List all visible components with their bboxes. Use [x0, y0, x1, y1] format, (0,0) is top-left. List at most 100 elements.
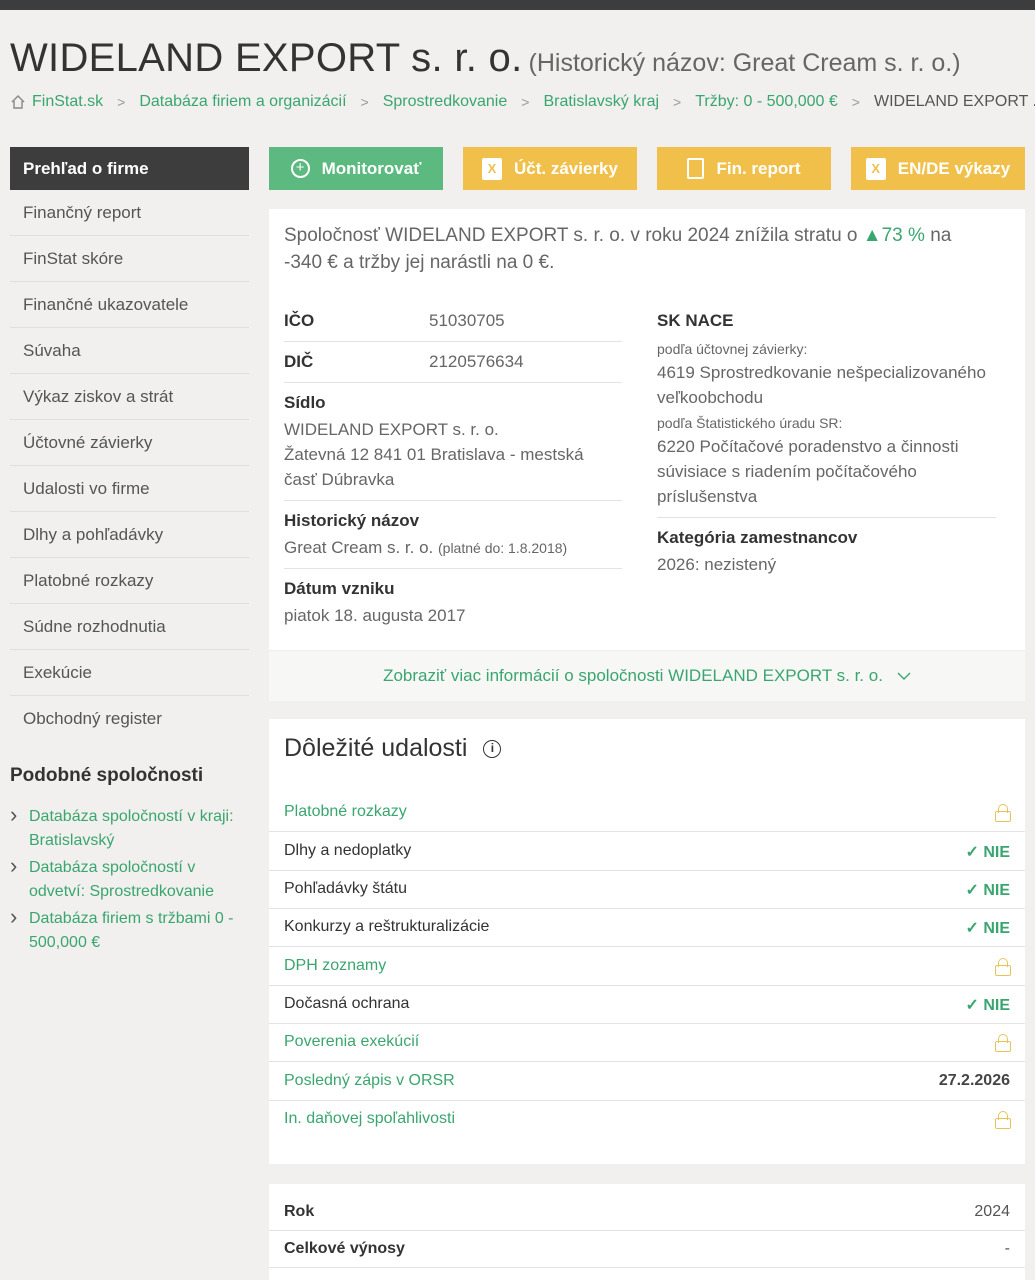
event-name[interactable]: Posledný zápis v ORSR	[284, 1072, 455, 1089]
employees-value: 2026: nezistený	[657, 555, 777, 574]
founded-value: piatok 18. augusta 2017	[284, 606, 466, 625]
event-name: Konkurzy a reštrukturalizácie	[284, 918, 490, 935]
fin-key: Rok	[284, 1203, 315, 1220]
nace-line: veľkoobchodu	[657, 388, 764, 407]
divider	[284, 341, 622, 342]
breadcrumb-item[interactable]: Databáza firiem a organizácií	[139, 93, 346, 111]
sidebar-item[interactable]: Platobné rozkazy	[10, 558, 249, 604]
event-row[interactable]: In. daňovej spoľahlivosti	[269, 1101, 1025, 1139]
ico-label: IČO	[284, 311, 315, 330]
lock-icon	[995, 1034, 1011, 1052]
sidebar-item[interactable]: Dlhy a pohľadávky	[10, 512, 249, 558]
sidebar-item-overview[interactable]: Prehľad o firme	[10, 147, 249, 190]
event-row[interactable]: DPH zoznamy	[269, 948, 1025, 986]
event-name[interactable]: DPH zoznamy	[284, 957, 386, 974]
chevron-right-icon: >	[851, 94, 860, 110]
events-title: Dôležité udalosti i	[284, 734, 502, 763]
nace-sub: podľa Štatistického úradu SR:	[657, 415, 843, 431]
monitor-button[interactable]: + Monitorovať	[269, 147, 443, 190]
sidebar-item[interactable]: Finančné ukazovatele	[10, 282, 249, 328]
breadcrumb-current: WIDELAND EXPORT ...	[873, 93, 1035, 110]
top-bar	[0, 0, 1035, 10]
event-row: Dlhy a nedoplatky ✓ NIE	[269, 833, 1025, 871]
ende-button[interactable]: X EN/DE výkazy	[851, 147, 1025, 190]
event-name: Dlhy a nedoplatky	[284, 842, 412, 859]
event-row: Dočasná ochrana ✓ NIE	[269, 986, 1025, 1024]
event-name: Dočasná ochrana	[284, 995, 410, 1012]
event-name[interactable]: In. daňovej spoľahlivosti	[284, 1110, 455, 1127]
chevron-down-icon	[897, 672, 911, 680]
event-value: 27.2.2026	[938, 1072, 1010, 1089]
similar-link[interactable]: Databáza spoločností v kraji: Bratislavs…	[10, 803, 250, 853]
dic-value: 2120576634	[429, 352, 524, 371]
divider	[284, 500, 622, 501]
excel-icon: X	[865, 157, 886, 180]
event-value: ✓ NIE	[965, 880, 1010, 900]
chevron-right-icon: >	[117, 94, 126, 110]
sidebar-item[interactable]: Účtovné závierky	[10, 420, 249, 466]
divider	[657, 517, 996, 518]
lock-icon	[995, 804, 1011, 822]
event-row[interactable]: Posledný zápis v ORSR 27.2.2026	[269, 1063, 1025, 1101]
chevron-right-icon: >	[521, 94, 530, 110]
nace-line: súvisiace s riadením počítačového	[657, 462, 917, 481]
lock-icon	[995, 958, 1011, 976]
fin-value: 2024	[974, 1203, 1010, 1220]
summary-before: Spoločnosť WIDELAND EXPORT s. r. o. v ro…	[284, 225, 858, 246]
show-more-link[interactable]: Zobraziť viac informácií o spoločnosti W…	[269, 650, 1025, 701]
sidebar-item[interactable]: Udalosti vo firme	[10, 466, 249, 512]
info-icon[interactable]: i	[483, 739, 502, 758]
check-icon: ✓	[965, 844, 984, 861]
check-icon: ✓	[965, 920, 984, 937]
founded-label: Dátum vzniku	[284, 579, 395, 598]
event-name[interactable]: Platobné rozkazy	[284, 803, 407, 820]
breadcrumb-item[interactable]: Bratislavský kraj	[543, 93, 659, 111]
sidebar-item[interactable]: Výkaz ziskov a strát	[10, 374, 249, 420]
home-icon[interactable]	[10, 94, 26, 110]
trend-up-icon: ▲	[862, 225, 882, 246]
similar-companies-heading: Podobné spoločnosti	[10, 765, 204, 786]
similar-link[interactable]: Databáza spoločností v odvetví: Sprostre…	[10, 854, 250, 904]
dic-label: DIČ	[284, 352, 314, 371]
plus-circle-icon: +	[290, 159, 310, 178]
check-icon: ✓	[965, 997, 984, 1014]
event-value: ✓ NIE	[965, 842, 1010, 862]
accounts-button[interactable]: X Účt. závierky	[463, 147, 637, 190]
event-value-text: NIE	[983, 997, 1010, 1014]
fin-report-button[interactable]: Fin. report	[657, 147, 831, 190]
event-row[interactable]: Poverenia exekúcií	[269, 1024, 1025, 1062]
sidebar-item[interactable]: FinStat skóre	[10, 236, 249, 282]
event-name[interactable]: Poverenia exekúcií	[284, 1033, 419, 1050]
historic-name-note: (platné do: 1.8.2018)	[438, 540, 568, 556]
fin-key: Celkové výnosy	[284, 1240, 405, 1257]
nace-line: 4619 Sprostredkovanie nešpecializovaného	[657, 363, 986, 382]
sidebar-item[interactable]: Obchodný register	[10, 696, 249, 742]
excel-icon: X	[482, 157, 503, 180]
fin-value: -	[1004, 1240, 1010, 1257]
event-value: ✓ NIE	[965, 918, 1010, 938]
breadcrumb-item[interactable]: Tržby: 0 - 500,000 €	[695, 93, 838, 111]
sidebar-item[interactable]: Finančný report	[10, 190, 249, 236]
event-row[interactable]: Platobné rozkazy	[269, 794, 1025, 832]
nace-line: 6220 Počítačové poradenstvo a činnosti	[657, 437, 959, 456]
historic-name-label: Historický názov	[284, 511, 420, 530]
event-value-text: NIE	[983, 920, 1010, 937]
lock-icon	[995, 1111, 1011, 1129]
historic-name: (Historický názov: Great Cream s. r. o.)	[528, 49, 961, 77]
monitor-label: Monitorovať	[321, 158, 422, 178]
breadcrumb-item[interactable]: Sprostredkovanie	[383, 93, 508, 111]
breadcrumb-item[interactable]: FinStat.sk	[32, 93, 103, 111]
event-value-text: NIE	[983, 882, 1010, 899]
historic-name-text: Great Cream s. r. o.	[284, 538, 434, 557]
sidebar-item[interactable]: Exekúcie	[10, 650, 249, 696]
divider	[284, 568, 622, 569]
sidebar-item[interactable]: Súdne rozhodnutia	[10, 604, 249, 650]
similar-link[interactable]: Databáza firiem s tržbami 0 - 500,000 €	[10, 905, 250, 955]
employees-label: Kategória zamestnancov	[657, 528, 858, 547]
summary-text: Spoločnosť WIDELAND EXPORT s. r. o. v ro…	[284, 222, 984, 276]
check-icon: ✓	[965, 882, 984, 899]
sidebar-item[interactable]: Súvaha	[10, 328, 249, 374]
page-title: WIDELAND EXPORT s. r. o. (Historický názo…	[10, 36, 961, 81]
accounts-label: Účt. závierky	[514, 158, 618, 178]
company-name: WIDELAND EXPORT s. r. o.	[10, 36, 523, 80]
